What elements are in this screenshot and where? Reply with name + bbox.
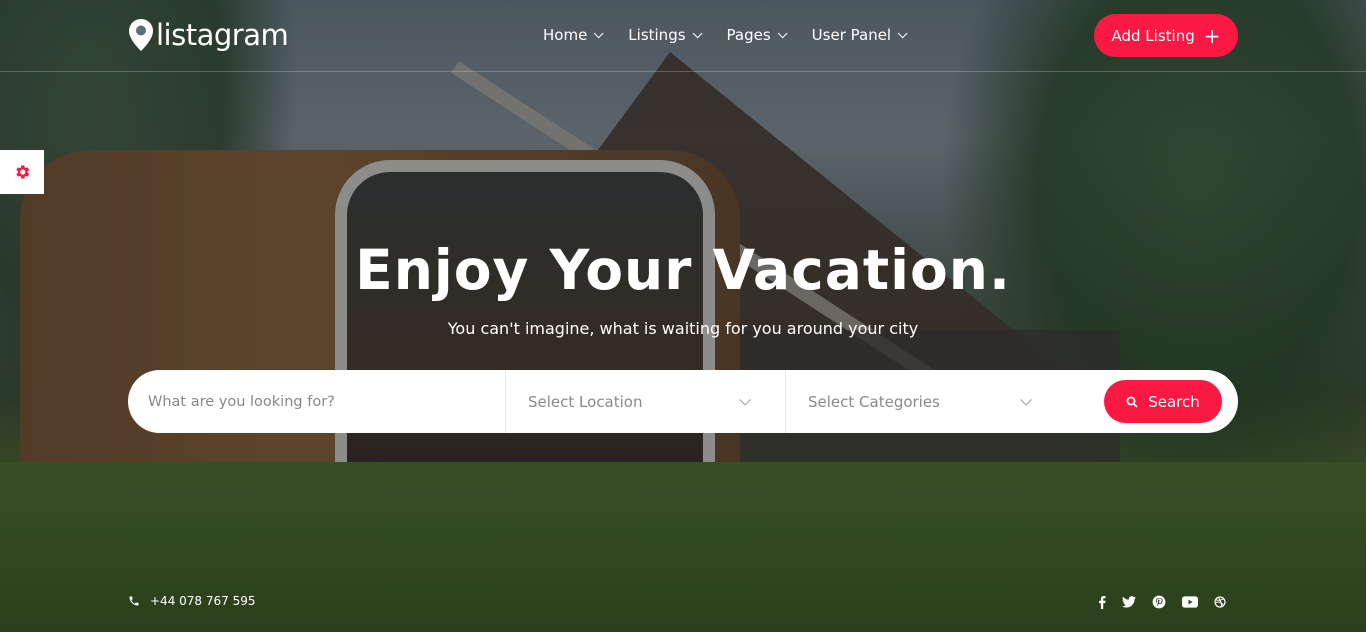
- nav-home-label: Home: [543, 26, 588, 44]
- nav-home[interactable]: Home: [543, 25, 604, 45]
- categories-select-label: Select Categories: [808, 392, 940, 411]
- chevron-down-icon: [1020, 393, 1032, 406]
- search-button[interactable]: Search: [1104, 380, 1222, 423]
- nav-pages[interactable]: Pages: [726, 25, 788, 45]
- location-select[interactable]: Select Location: [506, 370, 786, 433]
- add-listing-label: Add Listing: [1111, 26, 1195, 45]
- search-button-label: Search: [1148, 392, 1200, 411]
- chevron-down-icon: [897, 27, 908, 38]
- social-links: [1098, 595, 1242, 609]
- search-input[interactable]: What are you looking for?: [128, 370, 506, 433]
- phone-icon: [129, 596, 139, 606]
- logo-text: listagram: [156, 18, 289, 52]
- logo[interactable]: listagram: [128, 18, 289, 52]
- search-input-placeholder: What are you looking for?: [148, 393, 335, 410]
- gear-icon: [16, 165, 30, 179]
- nav-user-panel[interactable]: User Panel: [811, 25, 908, 45]
- youtube-icon[interactable]: [1182, 596, 1198, 608]
- dark-overlay: [0, 0, 1366, 632]
- hero-title: Enjoy Your Vacation.: [355, 238, 1011, 302]
- hero-section: listagram Home Listings Pages User Panel…: [0, 0, 1366, 632]
- chevron-down-icon: [739, 393, 751, 406]
- nav-pages-label: Pages: [726, 26, 771, 44]
- nav-user-panel-label: User Panel: [811, 26, 892, 44]
- chevron-down-icon: [777, 27, 788, 38]
- chevron-down-icon: [692, 27, 703, 38]
- phone-number: +44 078 767 595: [150, 594, 256, 608]
- nav-listings-label: Listings: [628, 26, 686, 44]
- search-icon: [1126, 396, 1138, 408]
- plus-icon: +: [1203, 23, 1221, 48]
- dribbble-icon[interactable]: [1214, 596, 1226, 608]
- settings-toggle[interactable]: [0, 150, 44, 194]
- pinterest-icon[interactable]: [1152, 595, 1166, 609]
- add-listing-button[interactable]: Add Listing +: [1094, 14, 1238, 57]
- main-nav: Home Listings Pages User Panel: [543, 25, 932, 45]
- map-pin-icon: [128, 18, 154, 52]
- phone-contact[interactable]: +44 078 767 595: [128, 594, 255, 608]
- twitter-icon[interactable]: [1122, 596, 1136, 608]
- search-bar: What are you looking for? Select Locatio…: [128, 370, 1238, 433]
- top-navbar: listagram Home Listings Pages User Panel…: [0, 0, 1366, 72]
- facebook-icon[interactable]: [1098, 595, 1106, 609]
- categories-select[interactable]: Select Categories: [786, 370, 1066, 433]
- location-select-label: Select Location: [528, 392, 643, 411]
- nav-listings[interactable]: Listings: [628, 25, 703, 45]
- hero-subtitle: You can't imagine, what is waiting for y…: [447, 319, 919, 338]
- chevron-down-icon: [593, 27, 604, 38]
